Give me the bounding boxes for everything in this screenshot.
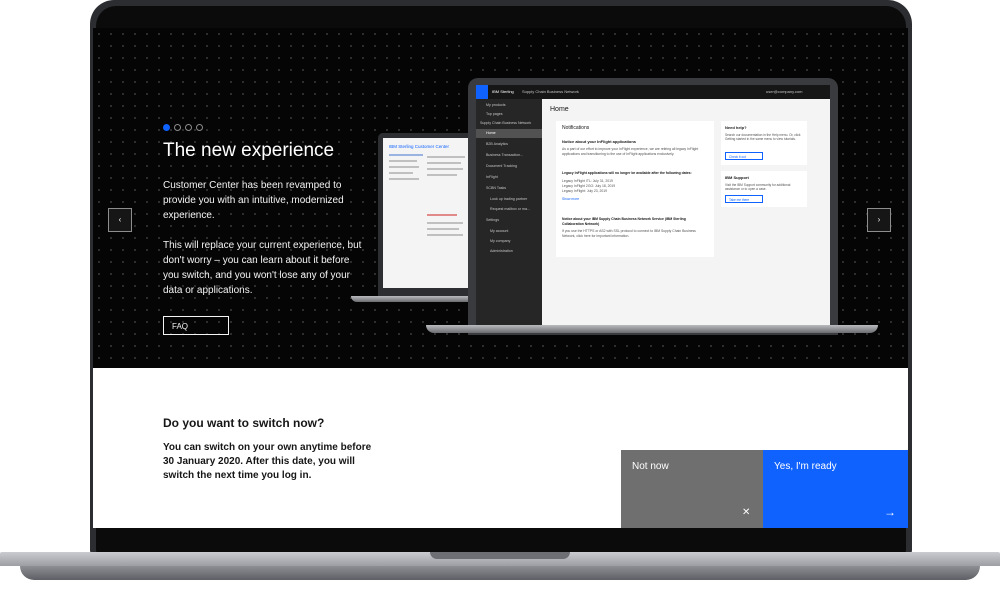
hero-title: The new experience — [163, 140, 335, 161]
mockup-side-item: Request mailbox or ma... — [490, 207, 530, 211]
hero-paragraph-2: This will replace your current experienc… — [163, 240, 362, 296]
mockup-brand: IBM Sterling — [492, 89, 514, 94]
mockup-menu-icon — [476, 85, 488, 99]
switch-description: You can switch on your own anytime befor… — [163, 442, 372, 481]
small-line — [427, 168, 463, 170]
small-line — [389, 160, 417, 162]
mockup-notifications-card: Notifications Notice about your InFlight… — [556, 121, 714, 257]
mockup-side-item: My company — [490, 239, 511, 243]
small-line — [427, 228, 459, 230]
arrow-right-icon: → — [884, 505, 896, 519]
mockup-side-item: Document Tracking — [486, 164, 517, 168]
laptop-mockup-base — [426, 325, 878, 333]
mockup-side-item: Business Transaction... — [486, 153, 524, 157]
small-laptop-base — [351, 296, 476, 302]
carousel-dot-2[interactable] — [174, 124, 181, 131]
mockup-notice-1-title: Notice about your InFlight applications — [562, 139, 637, 144]
small-line — [427, 214, 457, 216]
mockup-support-text: Visit the IBM Support community for addi… — [725, 183, 791, 191]
laptop-notch — [430, 552, 570, 559]
mockup-help-card: Need help? Search our documentation in t… — [721, 121, 807, 165]
faq-button[interactable]: FAQ — [163, 316, 229, 335]
mockup-help-title: Need help? — [725, 125, 747, 130]
mockup-side-item: Administration — [490, 249, 513, 253]
small-line — [427, 156, 465, 158]
small-line — [427, 222, 463, 224]
mockup-notice-2-text: If you use the HTTPS or AS2 with SSL pro… — [562, 229, 696, 238]
chevron-right-icon: › — [877, 215, 881, 224]
mockup-side-item: Supply Chain Business Network — [480, 121, 532, 125]
small-laptop-screen: IBM Sterling Customer Center — [383, 138, 473, 288]
hero-section: The new experience Customer Center has b… — [93, 28, 908, 368]
small-line — [389, 178, 419, 180]
mockup-side-item: Home — [486, 131, 496, 135]
mockup-notifications-title: Notifications — [562, 125, 590, 131]
mockup-notice-1-text: As a part of our effort to improve your … — [562, 147, 699, 156]
mockup-side-item: SCBN Tasks — [486, 186, 507, 190]
mockup-side-item: Top pages — [486, 112, 503, 116]
mockup-user: user@company.com — [766, 89, 803, 94]
ready-button[interactable]: Yes, I'm ready → — [763, 450, 908, 528]
close-icon: ✕ — [742, 507, 751, 518]
carousel-dot-3[interactable] — [185, 124, 192, 131]
small-screen-title: IBM Sterling Customer Center — [389, 144, 450, 149]
mockup-support-card: IBM Support Visit the IBM Support commun… — [721, 171, 807, 207]
mockup-header: IBM Sterling Supply Chain Business Netwo… — [476, 85, 830, 99]
mockup-support-link: Take me there — [725, 195, 763, 203]
mockup-notice-1-date: Legacy InFlight: July 23, 2019 — [562, 189, 608, 193]
mockup-product: Supply Chain Business Network — [522, 89, 579, 94]
mockup-page-title: Home — [550, 106, 569, 113]
ready-label: Yes, I'm ready — [774, 461, 837, 472]
small-line — [427, 174, 457, 176]
chevron-left-icon: ‹ — [118, 215, 122, 224]
mockup-notice-1-date: Legacy InFlight 2GO: July 18, 2019 — [562, 184, 616, 188]
mockup-support-title: IBM Support — [725, 175, 749, 180]
carousel-dot-4[interactable] — [196, 124, 203, 131]
mockup-side-item: B2B Analytics — [486, 142, 508, 146]
small-line — [427, 162, 461, 164]
carousel-dot-1[interactable] — [163, 124, 170, 131]
mockup-notice-1-date: Legacy InFlight ITL: July 31, 2019 — [562, 179, 613, 183]
carousel-next-button[interactable]: › — [867, 208, 891, 232]
not-now-button[interactable]: Not now ✕ — [621, 450, 763, 528]
mockup-notice-2-title: Notice about your IBM Supply Chain Busin… — [562, 217, 686, 226]
mockup-help-link: Check it out — [725, 152, 763, 160]
small-line — [389, 154, 423, 156]
hero-paragraph-1: Customer Center has been revamped to pro… — [163, 180, 344, 221]
mockup-show-more-link: Show more — [562, 197, 580, 201]
not-now-label: Not now — [632, 461, 669, 472]
carousel-indicators — [163, 118, 207, 136]
small-line — [389, 166, 419, 168]
mockup-notice-1-sub: Legacy InFlight applications will no lon… — [562, 171, 692, 175]
mockup-screen: IBM Sterling Supply Chain Business Netwo… — [476, 85, 830, 327]
mockup-side-item: My account — [490, 229, 509, 233]
small-line — [389, 172, 413, 174]
carousel-prev-button[interactable]: ‹ — [108, 208, 132, 232]
mockup-help-text: Search our documentation in the Help men… — [725, 133, 801, 141]
laptop-base-bottom — [20, 566, 980, 580]
mockup-sidebar: My products Top pages Supply Chain Busin… — [476, 99, 542, 327]
mockup-side-item: Settings — [486, 218, 499, 222]
mockup-side-item: My products — [486, 103, 506, 107]
mockup-side-item: InFlight — [486, 175, 498, 179]
mockup-side-item: Look up trading partner — [490, 197, 528, 201]
small-line — [427, 234, 463, 236]
switch-title: Do you want to switch now? — [163, 416, 325, 430]
